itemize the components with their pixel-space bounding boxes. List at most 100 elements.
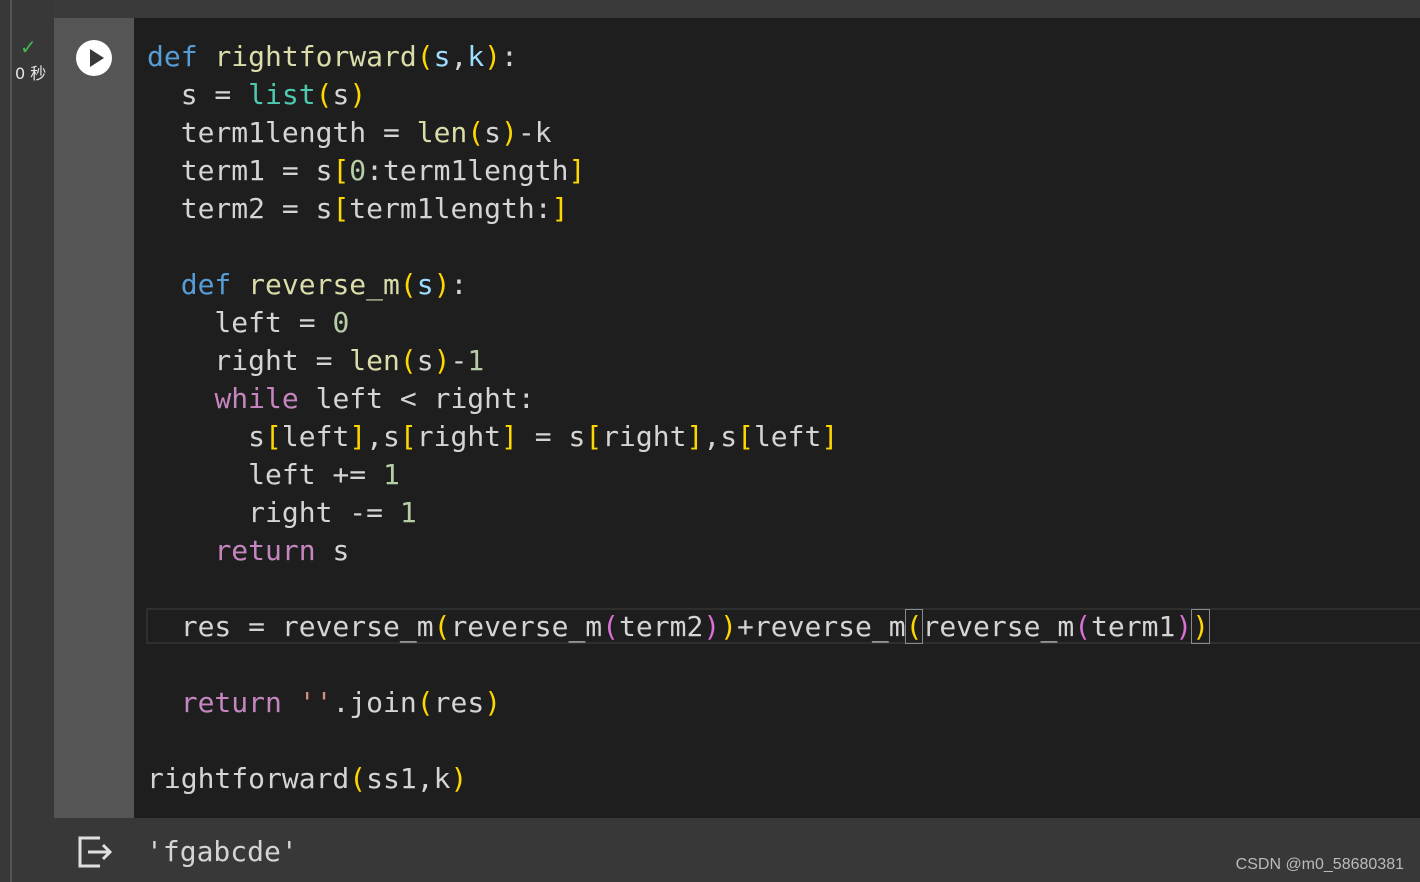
code-token: ) [1175,610,1193,643]
code-token: ( [602,610,620,643]
code-line: term2 = s[term1length:] [147,190,569,228]
code-token: k [467,40,485,73]
code-token: def [180,268,232,301]
code-token: , [450,40,468,73]
code-token: - [450,344,468,377]
code-token: rightforward [147,762,350,795]
code-token: return [180,686,282,719]
code-token: +reverse_m [737,610,906,643]
code-token: reverse_m [248,268,400,301]
code-line: left = 0 [147,304,349,342]
code-token: ( [416,686,434,719]
code-token: left [753,420,822,453]
code-token: ) [501,116,518,149]
code-token: ) [349,78,367,111]
cell-top-border [54,0,1420,18]
execution-time: 0 秒 [15,64,47,83]
code-token: 0 [349,154,367,187]
code-token: reverse_m [922,610,1075,643]
code-token: ] [568,154,586,187]
code-line: right = len(s)-1 [147,342,484,380]
code-editor[interactable]: def rightforward(s,k): s = list(s) term1… [134,18,1420,818]
output-text: 'fgabcde' [146,835,298,868]
code-token: ,s [366,420,400,453]
code-token: [ [332,192,350,225]
code-token: 1 [383,458,400,491]
code-token: = s [517,420,586,453]
code-token: ] [349,420,367,453]
code-token: ) [484,686,502,719]
output-exit-icon[interactable] [74,832,114,877]
code-token: '' [298,686,333,719]
code-token: [ [399,420,417,453]
code-token: 1 [399,496,417,529]
code-token: ( [399,344,417,377]
code-token: res = reverse_m [147,610,434,643]
code-token: ( [1074,610,1092,643]
code-token: : [501,40,518,73]
left-rail: ✓ 0 秒 [0,0,54,882]
code-token: term1length: [349,192,552,225]
code-token: return [214,534,316,567]
code-line: s = list(s) [147,76,366,114]
code-token: s [332,78,350,111]
code-token: left += [147,458,384,491]
code-token: left < right: [298,382,535,415]
code-token: right [416,420,502,453]
code-token: def [147,40,198,73]
code-token: right [602,420,687,453]
code-line: while left < right: [147,380,535,418]
code-token: ) [433,268,451,301]
play-icon [90,49,104,67]
code-token: len [416,116,468,149]
code-token: right = [147,344,350,377]
run-cell-button[interactable] [76,40,112,76]
code-token: ( [904,609,924,644]
code-token: : [450,268,468,301]
code-token: ( [349,762,367,795]
code-token: ( [467,116,485,149]
code-token: list [248,78,316,111]
code-line: def rightforward(s,k): [147,38,518,76]
code-line: res = reverse_m(reverse_m(term2))+revers… [147,608,1211,646]
code-token: reverse_m [450,610,603,643]
code-token: s [484,116,502,149]
code-line: left += 1 [147,456,400,494]
code-token: ] [501,420,518,453]
code-token: 1 [467,344,485,377]
code-token: rightforward [214,40,417,73]
code-token: [ [737,420,754,453]
code-token: ,s [703,420,738,453]
code-token: term1 [1091,610,1176,643]
code-line: rightforward(ss1,k) [147,760,467,798]
code-token: ( [315,78,333,111]
code-line: return s [147,532,349,570]
code-token: term1 = s [147,154,333,187]
code-token: len [349,344,400,377]
code-token: -k [517,116,552,149]
code-token: ( [399,268,417,301]
code-token: 0 [332,306,350,339]
code-token: ) [703,610,721,643]
code-line: def reverse_m(s): [147,266,468,304]
code-token: ) [720,610,738,643]
code-token: left = [147,306,333,339]
code-token: ] [686,420,704,453]
code-token: s [147,420,266,453]
watermark: CSDN @m0_58680381 [1235,856,1404,873]
code-token: ( [416,40,434,73]
code-token: s [433,40,451,73]
code-token: left [281,420,350,453]
cell-output: 'fgabcde' [54,818,1420,882]
code-token: ] [821,420,839,453]
code-token: ) [450,762,468,795]
code-token: ) [433,344,451,377]
code-token: s [315,534,350,567]
code-line: right -= 1 [147,494,417,532]
